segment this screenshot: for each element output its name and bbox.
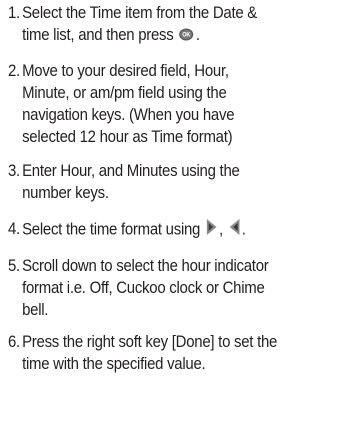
step-number: 1.	[8, 3, 20, 22]
step-text: Press the right soft key [Done] to set t…	[22, 332, 278, 351]
step-text: Minute, or am/pm field using the	[22, 83, 227, 102]
step-text: navigation keys. (When you have	[22, 105, 235, 124]
step-text: Enter Hour, and Minutes using the	[22, 161, 240, 180]
step-number: 3.	[8, 161, 20, 180]
step-text: Select the time format using	[22, 219, 201, 239]
svg-text:OK: OK	[183, 32, 192, 38]
step-number: 2.	[8, 61, 20, 80]
step-text: format i.e. Off, Cuckoo clock or Chime	[22, 278, 265, 297]
step-4: 4. Select the time format using , .	[8, 218, 297, 242]
left-nav-key-icon	[229, 218, 240, 242]
step-5: 5. Scroll down to select the hour indicat…	[8, 255, 297, 321]
step-text: bell.	[22, 300, 49, 319]
step-text: ,	[218, 219, 223, 239]
step-6: 6. Press the right soft key [Done] to set…	[8, 331, 297, 375]
step-text: selected 12 hour as Time format)	[22, 127, 233, 146]
step-text: Select the Time item from the Date &	[22, 3, 258, 22]
step-text: number keys.	[22, 183, 109, 202]
step-text: time list, and then press	[22, 25, 174, 44]
step-number: 5.	[8, 256, 20, 275]
ok-key-icon: OK	[179, 25, 194, 47]
step-text: Scroll down to select the hour indicator	[22, 256, 269, 275]
right-nav-key-icon	[206, 218, 217, 242]
step-text: time with the specified value.	[22, 354, 206, 373]
step-1: 1. Select the Time item from the Date & t…	[8, 2, 297, 47]
step-2: 2. Move to your desired field, Hour, Minu…	[8, 60, 297, 148]
step-text: .	[195, 25, 200, 44]
step-3: 3. Enter Hour, and Minutes using the numb…	[8, 160, 297, 204]
step-text: .	[241, 219, 246, 239]
step-text: Move to your desired field, Hour,	[22, 61, 229, 80]
step-number: 6.	[8, 332, 20, 351]
step-number: 4.	[8, 219, 20, 239]
